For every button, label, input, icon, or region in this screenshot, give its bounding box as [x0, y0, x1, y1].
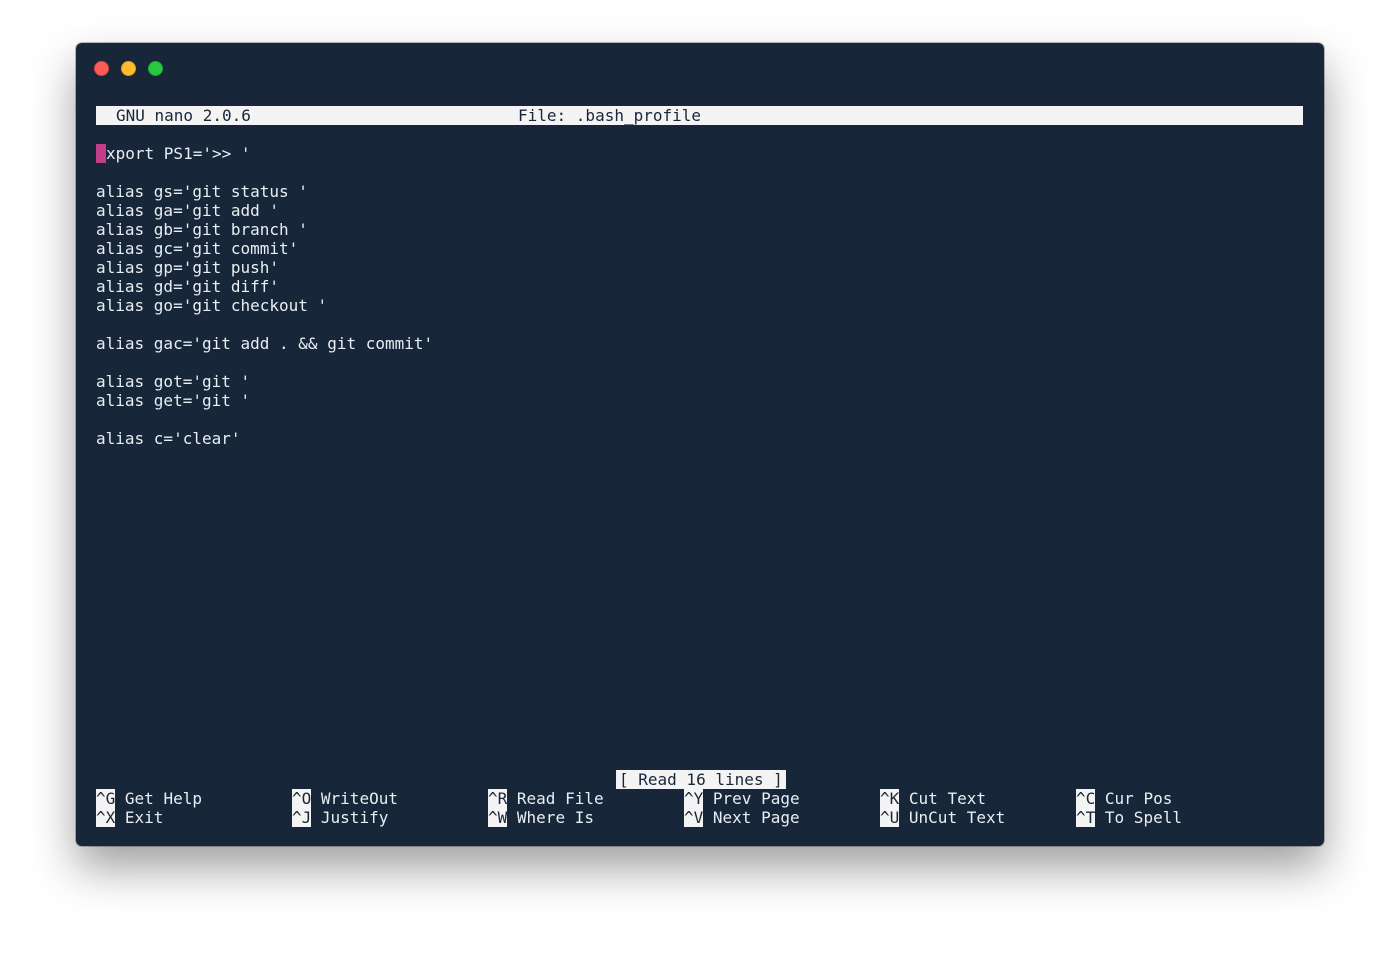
shortcut-to-spell[interactable]: ^T To Spell [1076, 808, 1182, 827]
editor-line[interactable] [96, 163, 1303, 182]
shortcut-cur-pos[interactable]: ^C Cur Pos [1076, 789, 1172, 808]
shortcut-key: ^V [684, 808, 704, 827]
shortcut-label: Exit [124, 808, 164, 827]
shortcut-key: ^K [880, 789, 900, 808]
shortcut-key: ^Y [684, 789, 704, 808]
editor-line[interactable]: alias gs='git status ' [96, 182, 1303, 201]
shortcut-label: WriteOut [320, 789, 398, 808]
shortcut-label: Cur Pos [1104, 789, 1173, 808]
editor-line[interactable]: alias go='git checkout ' [96, 296, 1303, 315]
nano-title-bar: GNU nano 2.0.6 File: .bash_profile [96, 106, 1303, 125]
shortcut-label: Where Is [516, 808, 594, 827]
shortcut-key: ^T [1076, 808, 1096, 827]
shortcut-prev-page[interactable]: ^Y Prev Page [684, 789, 800, 808]
shortcut-writeout[interactable]: ^O WriteOut [292, 789, 398, 808]
shortcut-key: ^J [292, 808, 312, 827]
shortcut-label: Get Help [124, 789, 202, 808]
text-cursor [96, 144, 106, 163]
shortcut-label: Prev Page [712, 789, 800, 808]
shortcut-exit[interactable]: ^X Exit [96, 808, 163, 827]
shortcut-label: Read File [516, 789, 604, 808]
maximize-window-button[interactable] [148, 61, 163, 76]
close-window-button[interactable] [94, 61, 109, 76]
shortcut-label: Next Page [712, 808, 800, 827]
shortcut-label: Justify [320, 808, 389, 827]
shortcut-read-file[interactable]: ^R Read File [488, 789, 604, 808]
shortcut-label: Cut Text [908, 789, 986, 808]
editor-line[interactable] [96, 353, 1303, 372]
editor-line[interactable]: alias gc='git commit' [96, 239, 1303, 258]
shortcut-key: ^R [488, 789, 508, 808]
minimize-window-button[interactable] [121, 61, 136, 76]
shortcut-label: To Spell [1104, 808, 1182, 827]
shortcut-bar: ^G Get Help ^O WriteOut ^R Read File ^Y … [96, 789, 1303, 827]
shortcut-key: ^O [292, 789, 312, 808]
editor-line[interactable]: alias get='git ' [96, 391, 1303, 410]
editor-line[interactable]: alias gb='git branch ' [96, 220, 1303, 239]
editor-line[interactable] [96, 410, 1303, 429]
shortcut-get-help[interactable]: ^G Get Help [96, 789, 202, 808]
shortcut-justify[interactable]: ^J Justify [292, 808, 388, 827]
editor-line[interactable]: alias gd='git diff' [96, 277, 1303, 296]
shortcut-uncut-text[interactable]: ^U UnCut Text [880, 808, 1005, 827]
shortcut-where-is[interactable]: ^W Where Is [488, 808, 594, 827]
editor-line[interactable]: alias got='git ' [96, 372, 1303, 391]
editor-area[interactable]: xport PS1='>> ' alias gs='git status ' a… [96, 144, 1303, 448]
shortcut-key: ^X [96, 808, 116, 827]
editor-line[interactable]: alias ga='git add ' [96, 201, 1303, 220]
editor-line[interactable]: xport PS1='>> ' [96, 144, 1303, 163]
shortcut-key: ^C [1076, 789, 1096, 808]
shortcut-cut-text[interactable]: ^K Cut Text [880, 789, 986, 808]
status-message: [ Read 16 lines ] [616, 770, 786, 789]
terminal-window: GNU nano 2.0.6 File: .bash_profile xport… [76, 43, 1324, 846]
editor-line[interactable]: alias gp='git push' [96, 258, 1303, 277]
shortcut-key: ^U [880, 808, 900, 827]
editor-line[interactable]: alias gac='git add . && git commit' [96, 334, 1303, 353]
shortcut-next-page[interactable]: ^V Next Page [684, 808, 800, 827]
nano-version: GNU nano 2.0.6 [116, 106, 251, 125]
shortcut-label: UnCut Text [908, 808, 1006, 827]
shortcut-key: ^G [96, 789, 116, 808]
editor-line[interactable] [96, 315, 1303, 334]
editor-line[interactable]: alias c='clear' [96, 429, 1303, 448]
file-name: File: .bash_profile [518, 106, 702, 125]
shortcut-key: ^W [488, 808, 508, 827]
